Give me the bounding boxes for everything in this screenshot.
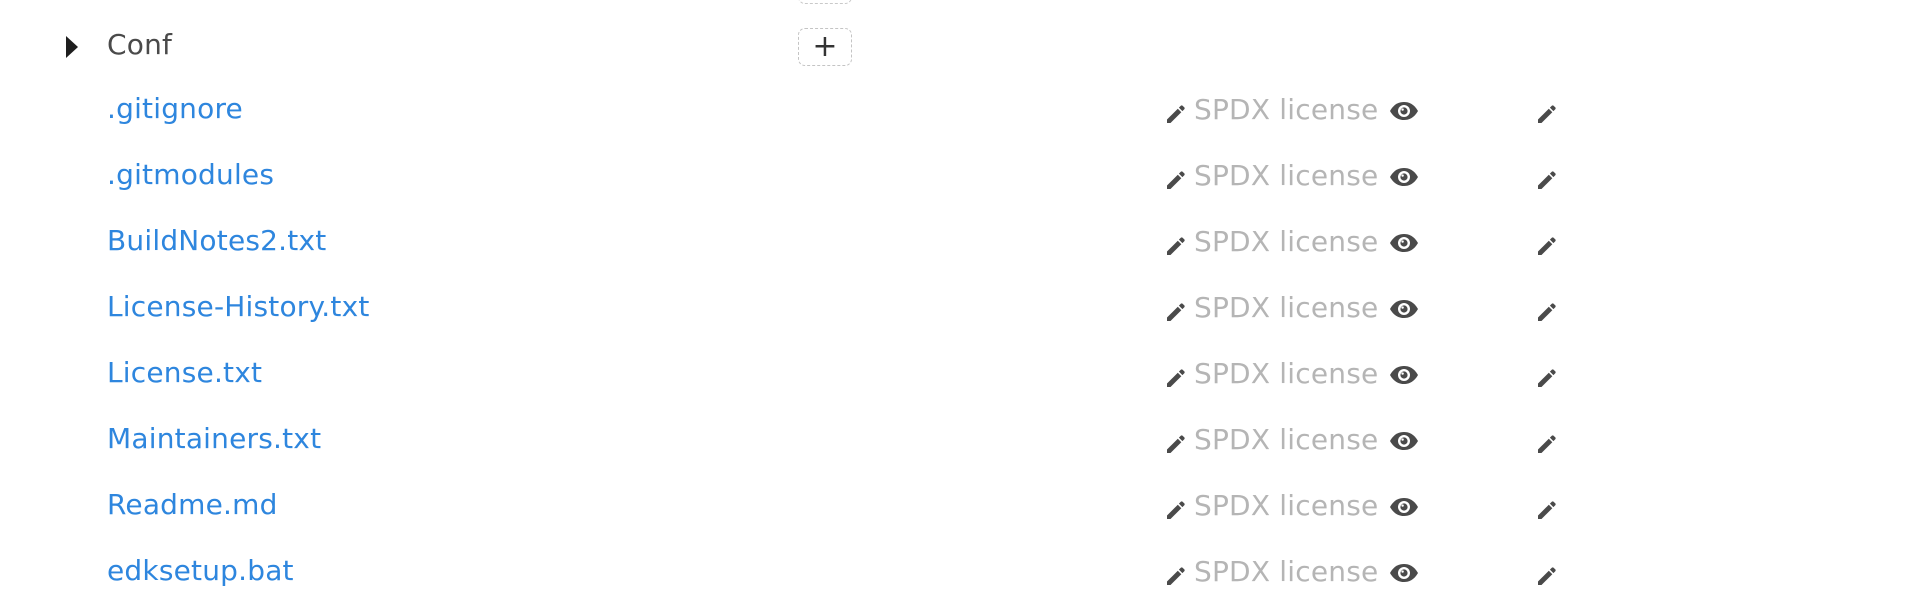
file-link[interactable]: .gitignore	[107, 92, 243, 125]
eye-icon[interactable]	[1389, 167, 1419, 187]
file-row: Maintainers.txt SPDX license	[0, 408, 1914, 474]
eye-icon[interactable]	[1389, 497, 1419, 517]
pencil-icon[interactable]	[1164, 300, 1188, 324]
license-placeholder[interactable]: SPDX license	[1194, 159, 1378, 192]
add-button-partial[interactable]	[798, 0, 852, 4]
pencil-icon[interactable]	[1164, 102, 1188, 126]
pencil-icon[interactable]	[1535, 498, 1559, 522]
pencil-icon[interactable]	[1535, 564, 1559, 588]
eye-icon[interactable]	[1389, 431, 1419, 451]
license-placeholder[interactable]: SPDX license	[1194, 357, 1378, 390]
license-placeholder[interactable]: SPDX license	[1194, 555, 1378, 588]
eye-icon[interactable]	[1389, 299, 1419, 319]
eye-icon[interactable]	[1389, 365, 1419, 385]
file-link[interactable]: Maintainers.txt	[107, 422, 321, 455]
file-row: BuildNotes2.txt SPDX license	[0, 210, 1914, 276]
pencil-icon[interactable]	[1535, 432, 1559, 456]
file-link[interactable]: .gitmodules	[107, 158, 274, 191]
folder-name[interactable]: Conf	[107, 28, 172, 61]
pencil-icon[interactable]	[1164, 168, 1188, 192]
pencil-icon[interactable]	[1164, 498, 1188, 522]
pencil-icon[interactable]	[1535, 366, 1559, 390]
file-row: .gitignore SPDX license	[0, 78, 1914, 144]
license-placeholder[interactable]: SPDX license	[1194, 291, 1378, 324]
pencil-icon[interactable]	[1164, 234, 1188, 258]
eye-icon[interactable]	[1389, 233, 1419, 253]
file-row: Readme.md SPDX license	[0, 474, 1914, 540]
license-placeholder[interactable]: SPDX license	[1194, 489, 1378, 522]
file-row: edksetup.bat SPDX license	[0, 540, 1914, 600]
folder-row-conf[interactable]: Conf +	[0, 18, 1914, 74]
eye-icon[interactable]	[1389, 563, 1419, 583]
pencil-icon[interactable]	[1535, 234, 1559, 258]
license-placeholder[interactable]: SPDX license	[1194, 93, 1378, 126]
file-link[interactable]: License.txt	[107, 356, 262, 389]
eye-icon[interactable]	[1389, 101, 1419, 121]
caret-right-icon[interactable]	[66, 36, 78, 58]
pencil-icon[interactable]	[1535, 168, 1559, 192]
license-placeholder[interactable]: SPDX license	[1194, 423, 1378, 456]
file-link[interactable]: edksetup.bat	[107, 554, 294, 587]
add-button[interactable]: +	[798, 28, 852, 66]
file-link[interactable]: BuildNotes2.txt	[107, 224, 326, 257]
license-placeholder[interactable]: SPDX license	[1194, 225, 1378, 258]
file-row: License.txt SPDX license	[0, 342, 1914, 408]
file-row: .gitmodules SPDX license	[0, 144, 1914, 210]
file-tree: Conf + .gitignore SPDX license .gitmodul…	[0, 0, 1914, 600]
file-link[interactable]: License-History.txt	[107, 290, 370, 323]
pencil-icon[interactable]	[1164, 432, 1188, 456]
pencil-icon[interactable]	[1535, 102, 1559, 126]
pencil-icon[interactable]	[1535, 300, 1559, 324]
pencil-icon[interactable]	[1164, 564, 1188, 588]
pencil-icon[interactable]	[1164, 366, 1188, 390]
file-row: License-History.txt SPDX license	[0, 276, 1914, 342]
file-link[interactable]: Readme.md	[107, 488, 278, 521]
